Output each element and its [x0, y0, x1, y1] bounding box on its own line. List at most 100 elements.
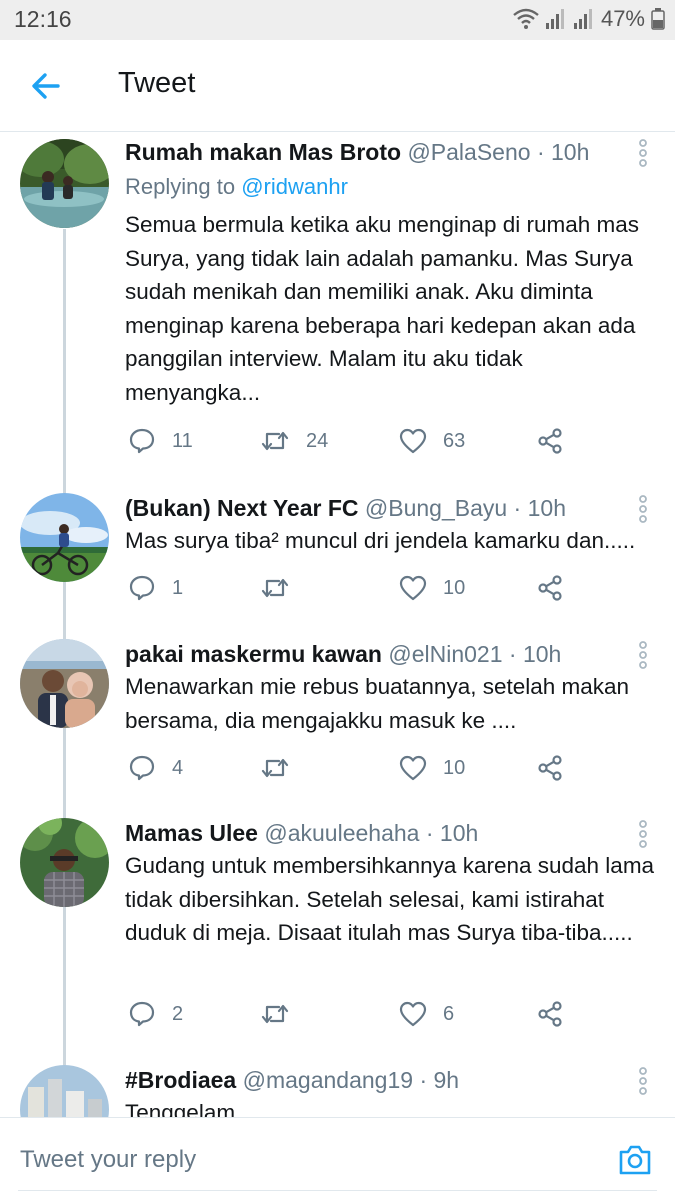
like-icon	[399, 1001, 427, 1027]
tweet-time: 10h	[522, 641, 562, 667]
tweet-time: 10h	[439, 820, 479, 846]
tweet-text: Gudang untuk membersihkannya karena suda…	[125, 853, 655, 945]
like-icon	[399, 755, 427, 781]
like-count: 10	[443, 576, 466, 599]
tweet[interactable]: Rumah makan Mas Broto @PalaSeno · 10h Re…	[0, 133, 675, 483]
more-vertical-icon[interactable]	[636, 494, 650, 524]
separator-dot: ·	[419, 1067, 428, 1093]
display-name[interactable]: #Brodiaea	[125, 1067, 236, 1093]
tweet[interactable]: (Bukan) Next Year FC @Bung_Bayu · 10h Ma…	[0, 487, 675, 627]
tweet-text: Menawarkan mie rebus buatannya, setelah …	[125, 674, 630, 733]
retweet-icon	[260, 755, 290, 781]
reply-button[interactable]: 1	[128, 571, 183, 605]
reply-icon	[128, 574, 156, 602]
tweet-time: 10h	[551, 139, 590, 165]
reply-icon	[128, 1000, 156, 1028]
retweet-icon	[260, 575, 290, 601]
reply-count: 4	[172, 756, 184, 779]
share-button[interactable]	[536, 571, 564, 605]
share-icon	[536, 574, 564, 602]
avatar[interactable]	[20, 639, 109, 728]
status-icons: 47%	[513, 6, 665, 32]
tweet-actions: 11 24 63	[125, 424, 575, 458]
user-handle[interactable]: @elNin021	[388, 641, 502, 667]
share-button[interactable]	[536, 997, 564, 1031]
tweet-text: Mas surya tiba² muncul dri jendela kamar…	[125, 528, 636, 553]
display-name[interactable]: Rumah makan Mas Broto	[125, 139, 401, 165]
tweet-header: Rumah makan Mas Broto @PalaSeno · 10h	[125, 139, 589, 166]
reply-button[interactable]: 4	[128, 751, 183, 785]
camera-icon[interactable]	[617, 1142, 653, 1178]
reply-button[interactable]: 11	[128, 424, 193, 458]
separator-dot: ·	[425, 820, 434, 846]
replying-to-user-link[interactable]: @ridwanhr	[241, 174, 348, 199]
more-vertical-icon[interactable]	[636, 1066, 650, 1096]
status-bar: 12:16 47%	[0, 0, 675, 40]
retweet-button[interactable]	[260, 571, 290, 605]
reply-input[interactable]: Tweet your reply	[20, 1146, 196, 1174]
retweet-button[interactable]	[260, 997, 290, 1031]
like-count: 6	[443, 1002, 455, 1025]
share-button[interactable]	[536, 751, 564, 785]
battery-icon	[651, 8, 665, 30]
wifi-icon	[513, 8, 539, 30]
tweet-actions: 1 10	[125, 571, 575, 605]
reply-button[interactable]: 2	[128, 997, 183, 1031]
like-button[interactable]: 10	[399, 571, 465, 605]
retweet-icon	[260, 1001, 290, 1027]
user-handle[interactable]: @akuuleehaha	[264, 820, 419, 846]
replying-to: Replying to @ridwanhr	[125, 174, 348, 200]
display-name[interactable]: pakai maskermu kawan	[125, 641, 382, 667]
back-arrow-icon[interactable]	[28, 68, 64, 104]
reply-count: 1	[172, 576, 184, 599]
like-icon	[399, 575, 427, 601]
tweet-header: pakai maskermu kawan @elNin021 · 10h	[125, 641, 561, 668]
more-vertical-icon[interactable]	[636, 138, 650, 168]
like-button[interactable]: 63	[399, 424, 465, 458]
tweet[interactable]: #Brodiaea @magandang19 · 9h Tenggelam	[0, 1059, 675, 1118]
reply-thread[interactable]: Rumah makan Mas Broto @PalaSeno · 10h Re…	[0, 133, 675, 1118]
share-icon	[536, 754, 564, 782]
user-handle[interactable]: @magandang19	[243, 1067, 413, 1093]
avatar[interactable]	[20, 818, 109, 907]
battery-percent: 47%	[600, 6, 645, 31]
avatar[interactable]	[20, 139, 109, 228]
reply-count: 11	[172, 429, 193, 452]
tweet-time: 9h	[433, 1067, 460, 1093]
more-vertical-icon[interactable]	[636, 819, 650, 849]
like-button[interactable]: 10	[399, 751, 465, 785]
tweet[interactable]: Mamas Ulee @akuuleehaha · 10h Gudang unt…	[0, 812, 675, 1052]
like-icon	[399, 428, 427, 454]
share-button[interactable]	[536, 424, 564, 458]
retweet-count: 24	[306, 429, 329, 452]
tweet-text: Semua bermula ketika aku menginap di rum…	[125, 212, 640, 405]
retweet-icon	[260, 428, 290, 454]
separator-dot: ·	[536, 139, 545, 165]
avatar[interactable]	[20, 493, 109, 582]
retweet-button[interactable]: 24	[260, 424, 328, 458]
tweet-time: 10h	[527, 495, 566, 521]
reply-count: 2	[172, 1002, 184, 1025]
reply-icon	[128, 427, 156, 455]
display-name[interactable]: Mamas Ulee	[125, 820, 258, 846]
retweet-button[interactable]	[260, 751, 290, 785]
tweet-text: Tenggelam	[125, 1100, 236, 1118]
separator-dot: ·	[508, 641, 517, 667]
reply-icon	[128, 754, 156, 782]
top-app-bar: Tweet	[0, 40, 675, 132]
signal-icon	[545, 8, 567, 30]
user-handle[interactable]: @PalaSeno	[407, 139, 530, 165]
share-icon	[536, 427, 564, 455]
share-icon	[536, 1000, 564, 1028]
more-vertical-icon[interactable]	[636, 640, 650, 670]
divider	[18, 1190, 657, 1191]
tweet[interactable]: pakai maskermu kawan @elNin021 · 10h Men…	[0, 633, 675, 808]
avatar[interactable]	[20, 1065, 109, 1118]
signal-icon	[573, 8, 595, 30]
tweet-header: (Bukan) Next Year FC @Bung_Bayu · 10h	[125, 495, 566, 522]
like-button[interactable]: 6	[399, 997, 454, 1031]
reply-composer: Tweet your reply	[0, 1117, 675, 1200]
status-time: 12:16	[14, 6, 72, 32]
user-handle[interactable]: @Bung_Bayu	[365, 495, 507, 521]
display-name[interactable]: (Bukan) Next Year FC	[125, 495, 358, 521]
